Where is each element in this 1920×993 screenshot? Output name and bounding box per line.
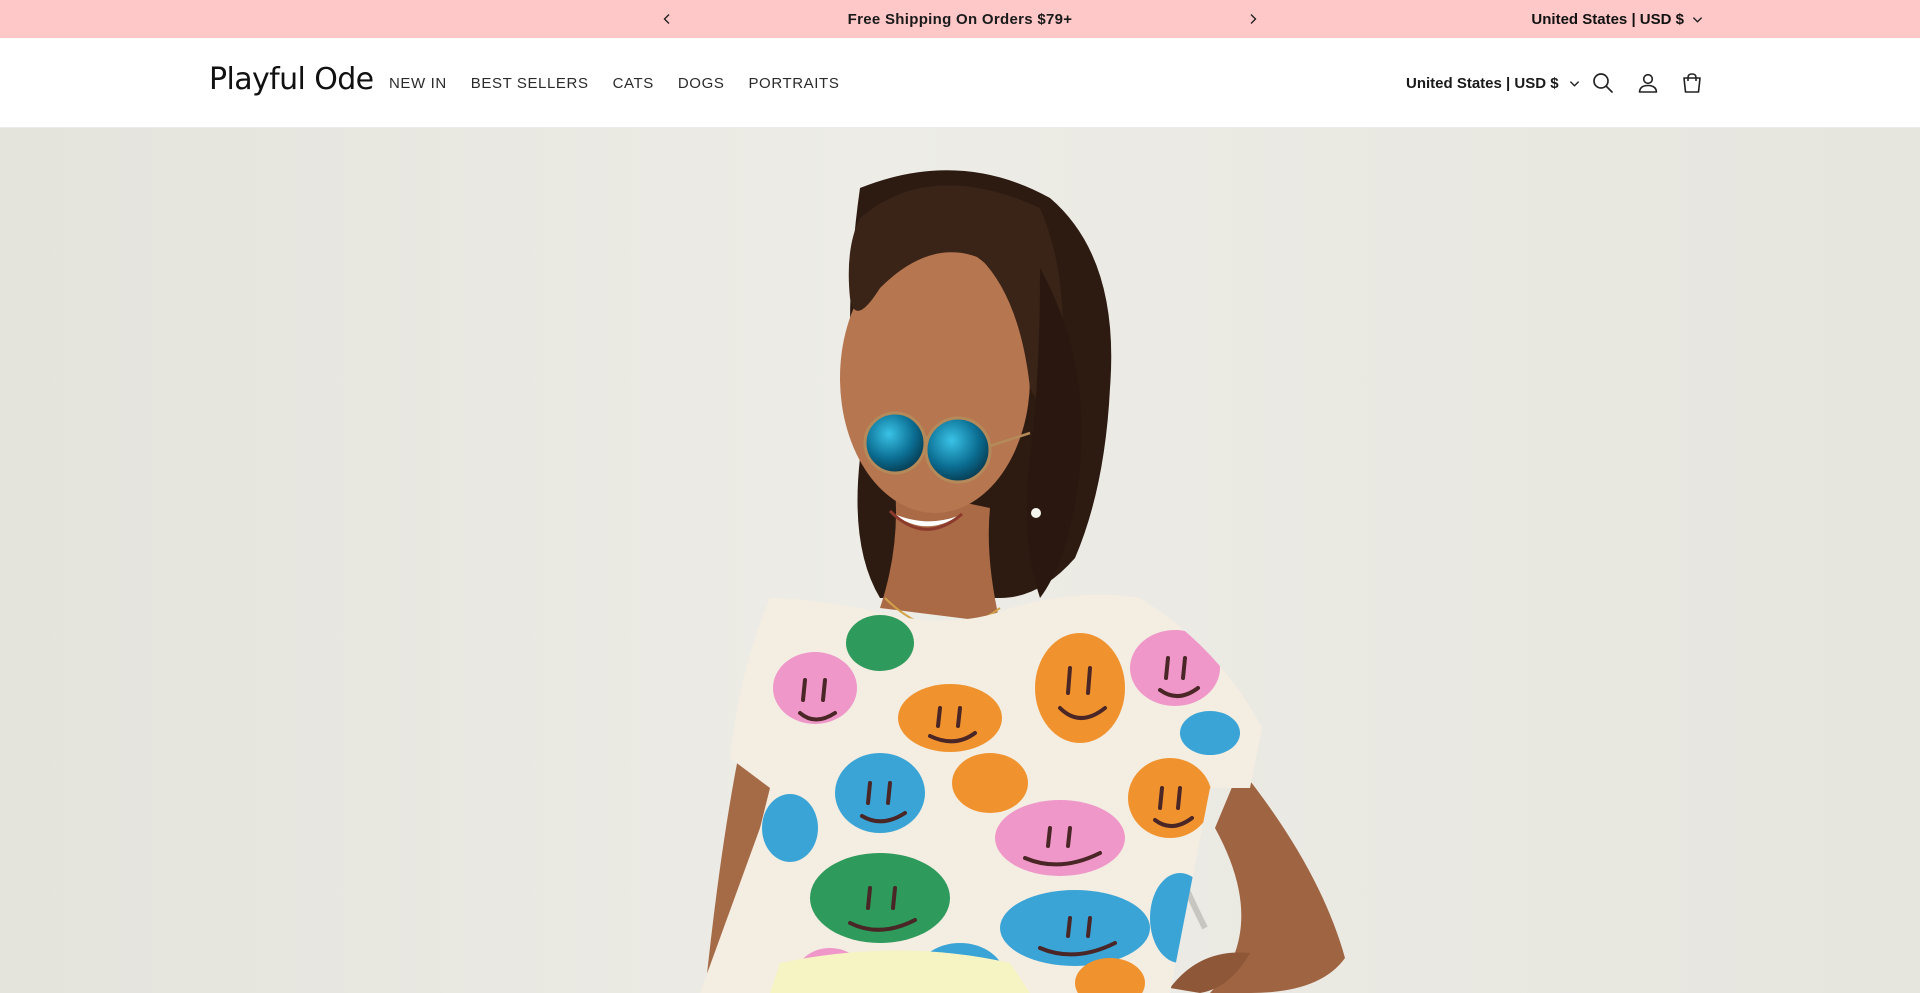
cart-icon	[1683, 73, 1701, 93]
announcement-locale-selector[interactable]: United States | USD $	[1531, 0, 1703, 38]
nav-best-sellers[interactable]: BEST SELLERS	[471, 75, 589, 92]
nav-portraits[interactable]: PORTRAITS	[748, 75, 839, 92]
announcement-bar: Free Shipping On Orders $79+ United Stat…	[0, 0, 1920, 38]
chevron-down-icon	[1569, 80, 1579, 87]
site-logo[interactable]: Playful Ode	[209, 62, 374, 97]
nav-dogs[interactable]: DOGS	[678, 75, 725, 92]
hero-banner[interactable]	[0, 128, 1920, 993]
account-icon	[1638, 73, 1658, 93]
account-button[interactable]	[1633, 68, 1663, 98]
announcement-locale-label: United States | USD $	[1531, 10, 1684, 28]
chevron-down-icon	[1692, 16, 1703, 23]
announcement-prev-button[interactable]	[652, 0, 682, 38]
main-nav: NEW IN BEST SELLERS CATS DOGS PORTRAITS	[389, 38, 839, 128]
nav-cats[interactable]: CATS	[613, 75, 654, 92]
chevron-right-icon	[1250, 14, 1257, 24]
search-button[interactable]	[1588, 68, 1618, 98]
header-locale-label: United States | USD $	[1406, 74, 1559, 92]
cart-button[interactable]	[1677, 68, 1707, 98]
nav-new-in[interactable]: NEW IN	[389, 75, 447, 92]
site-header: Playful Ode NEW IN BEST SELLERS CATS DOG…	[0, 38, 1920, 128]
announcement-next-button[interactable]	[1238, 0, 1268, 38]
announcement-message: Free Shipping On Orders $79+	[847, 10, 1073, 28]
search-icon	[1593, 73, 1613, 93]
chevron-left-icon	[663, 14, 670, 24]
hero-image	[0, 128, 1920, 993]
header-locale-selector[interactable]: United States | USD $	[1406, 38, 1580, 128]
